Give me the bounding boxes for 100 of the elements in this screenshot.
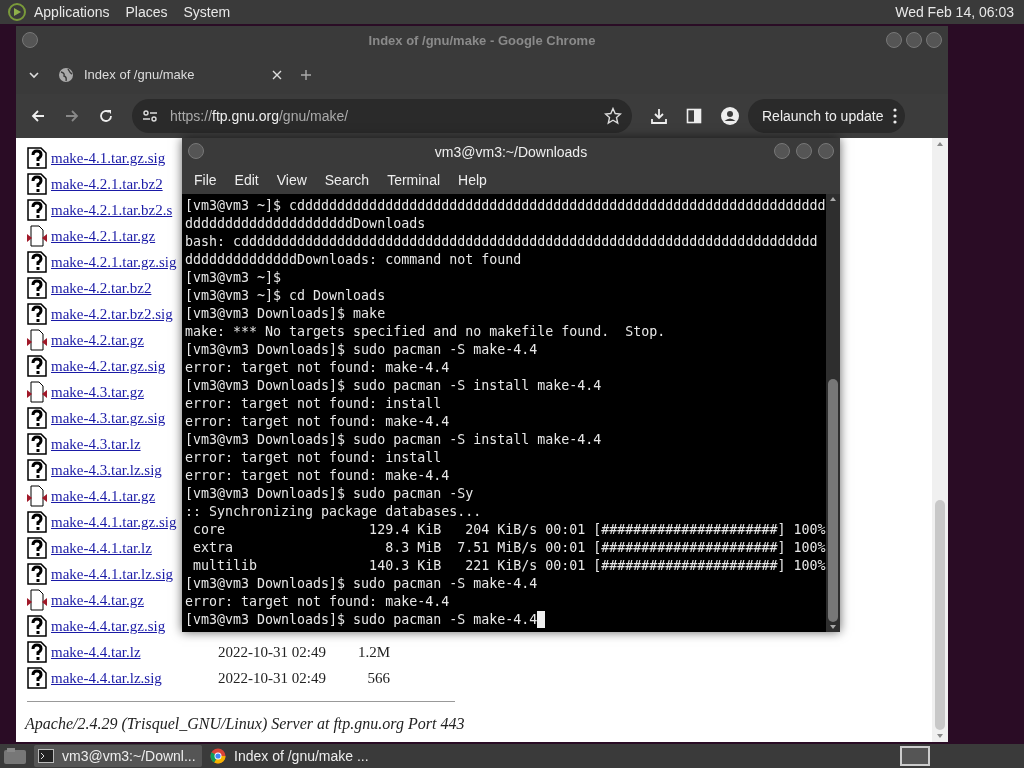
minimize-button[interactable] xyxy=(886,32,902,48)
terminal-line: multilib 140.3 KiB 221 KiB/s 00:01 [######################] 100% xyxy=(192,557,826,575)
distro-logo-icon[interactable] xyxy=(6,2,28,22)
terminal-line: dddddddddddddddddddddDownloads xyxy=(185,215,426,233)
workspace-switcher[interactable] xyxy=(900,746,930,766)
file-link[interactable]: make-4.4.1.tar.gz.sig xyxy=(51,514,177,530)
file-link[interactable]: make-4.3.tar.gz xyxy=(51,384,144,400)
file-link[interactable]: make-4.2.tar.bz2.sig xyxy=(51,306,173,322)
file-link[interactable]: make-4.3.tar.lz.sig xyxy=(51,462,162,478)
terminal-line: [vm3@vm3 Downloads]$ sudo pacman -S install make-4.4 xyxy=(185,431,602,449)
terminal-line: error: target not found: install xyxy=(185,395,442,413)
menu-item[interactable]: Search xyxy=(316,169,378,191)
window-menu-button[interactable] xyxy=(188,143,204,159)
file-link[interactable]: make-4.2.tar.gz xyxy=(51,332,144,348)
relaunch-button[interactable]: Relaunch to update xyxy=(748,99,906,133)
file-link[interactable]: make-4.3.tar.gz.sig xyxy=(51,410,166,426)
terminal-scrollbar[interactable] xyxy=(826,194,840,632)
unknown-file-icon xyxy=(27,537,47,559)
scroll-thumb[interactable] xyxy=(935,500,945,730)
globe-icon xyxy=(58,67,74,83)
file-link[interactable]: make-4.3.tar.lz xyxy=(51,436,141,452)
forward-icon[interactable] xyxy=(64,108,80,124)
file-link[interactable]: make-4.2.1.tar.bz2.s xyxy=(51,202,173,218)
back-icon[interactable] xyxy=(30,108,46,124)
terminal-line: [vm3@vm3 Downloads]$ sudo pacman -S install make-4.4 xyxy=(185,377,602,395)
panel-menu[interactable]: Applications xyxy=(34,1,110,23)
unknown-file-icon xyxy=(27,667,47,689)
unknown-file-icon xyxy=(27,641,47,663)
scroll-thumb[interactable] xyxy=(828,379,838,622)
taskbar-button[interactable]: vm3@vm3:~/Downl... xyxy=(34,745,202,767)
terminal-line: error: target not found: make-4.4 xyxy=(185,359,450,377)
star-icon[interactable] xyxy=(604,107,622,125)
terminal-line: [vm3@vm3 ~]$ cdddddddddddddddddddddddddddddddddddddddddddddddddddddddddddddddddd xyxy=(185,197,826,215)
maximize-button[interactable] xyxy=(796,143,812,159)
file-link[interactable]: make-4.2.1.tar.gz.sig xyxy=(51,254,177,270)
close-button[interactable] xyxy=(926,32,942,48)
file-link[interactable]: make-4.4.tar.gz xyxy=(51,592,144,608)
server-signature: Apache/2.4.29 (Trisquel_GNU/Linux) Server at ftp.gnu.org Port 443 xyxy=(25,714,466,735)
file-link[interactable]: make-4.2.tar.gz.sig xyxy=(51,358,166,374)
minimize-button[interactable] xyxy=(774,143,790,159)
window-menu-button[interactable] xyxy=(22,32,38,48)
profile-icon[interactable] xyxy=(720,106,740,126)
close-button[interactable] xyxy=(818,143,834,159)
compressed-file-icon xyxy=(27,225,47,247)
maximize-button[interactable] xyxy=(906,32,922,48)
new-tab-icon[interactable] xyxy=(300,69,312,81)
side-panel-icon[interactable] xyxy=(686,108,702,124)
browser-logo-icon xyxy=(210,748,226,764)
file-link[interactable]: make-4.2.1.tar.gz xyxy=(51,228,156,244)
unknown-file-icon xyxy=(27,303,47,325)
show-desktop-icon[interactable] xyxy=(2,746,28,766)
file-link[interactable]: make-4.4.1.tar.gz xyxy=(51,488,156,504)
unknown-file-icon xyxy=(27,199,47,221)
terminal-line: error: target not found: install xyxy=(185,449,442,467)
compressed-file-icon xyxy=(27,485,47,507)
chevron-down-icon[interactable] xyxy=(28,69,40,81)
unknown-file-icon xyxy=(27,563,47,585)
menu-item[interactable]: File xyxy=(186,169,225,191)
panel-menu[interactable]: System xyxy=(183,1,231,23)
terminal-line: error: target not found: make-4.4 xyxy=(185,467,450,485)
file-link[interactable]: make-4.2.1.tar.bz2 xyxy=(51,176,163,192)
unknown-file-icon xyxy=(27,615,47,637)
unknown-file-icon xyxy=(27,277,47,299)
unknown-file-icon xyxy=(27,251,47,273)
clock[interactable]: Wed Feb 14, 06:03 xyxy=(895,1,1018,23)
file-link[interactable]: make-4.4.1.tar.lz xyxy=(51,540,152,556)
file-link[interactable]: make-4.2.tar.bz2 xyxy=(51,280,152,296)
menu-item[interactable]: Help xyxy=(450,169,495,191)
panel-menu[interactable]: Places xyxy=(125,1,168,23)
file-link[interactable]: make-4.1.tar.gz.sig xyxy=(51,150,166,166)
compressed-file-icon xyxy=(27,329,47,351)
menu-item[interactable]: Terminal xyxy=(379,169,449,191)
file-link[interactable]: make-4.4.1.tar.lz.sig xyxy=(51,566,174,582)
more-icon[interactable] xyxy=(893,108,898,124)
reload-icon[interactable] xyxy=(98,108,114,124)
menu-item[interactable]: Edit xyxy=(226,169,267,191)
terminal-line: [vm3@vm3 Downloads]$ sudo pacman -Sy xyxy=(185,485,474,503)
file-size: 566 xyxy=(366,668,390,688)
url-text[interactable]: https://ftp.gnu.org/gnu/make/ xyxy=(170,105,592,127)
terminal-line: [vm3@vm3 ~]$ xyxy=(185,269,282,287)
compressed-file-icon xyxy=(27,589,47,611)
browser-tab[interactable]: Index of /gnu/make xyxy=(50,60,290,90)
unknown-file-icon xyxy=(27,355,47,377)
address-bar[interactable]: https://ftp.gnu.org/gnu/make/ xyxy=(132,99,632,133)
terminal-line: [vm3@vm3 Downloads]$ sudo pacman -S make-4.4 xyxy=(185,611,538,629)
file-link[interactable]: make-4.4.tar.lz xyxy=(51,644,141,660)
file-link[interactable]: make-4.4.tar.lz.sig xyxy=(51,670,162,686)
terminal-line: extra 8.3 MiB 7.51 MiB/s 00:01 [######################] 100% xyxy=(192,539,826,557)
taskbar-button[interactable]: Index of /gnu/make ... xyxy=(206,745,374,767)
terminal-line: ddddddddddddddDownloads: command not found xyxy=(185,251,522,269)
scrollbar[interactable] xyxy=(932,138,948,742)
terminal-line: [vm3@vm3 Downloads]$ sudo pacman -S make-4.4 xyxy=(185,341,538,359)
close-tab-icon[interactable] xyxy=(272,70,282,80)
download-icon[interactable] xyxy=(650,107,668,125)
file-link[interactable]: make-4.4.tar.gz.sig xyxy=(51,618,166,634)
menu-item[interactable]: View xyxy=(268,169,315,191)
window-title: Index of /gnu/make - Google Chrome xyxy=(368,32,596,51)
site-settings-icon[interactable] xyxy=(142,109,158,123)
terminal-line: core 129.4 KiB 204 KiB/s 00:01 [######################] 100% xyxy=(192,521,826,539)
terminal-line: error: target not found: make-4.4 xyxy=(185,593,450,611)
